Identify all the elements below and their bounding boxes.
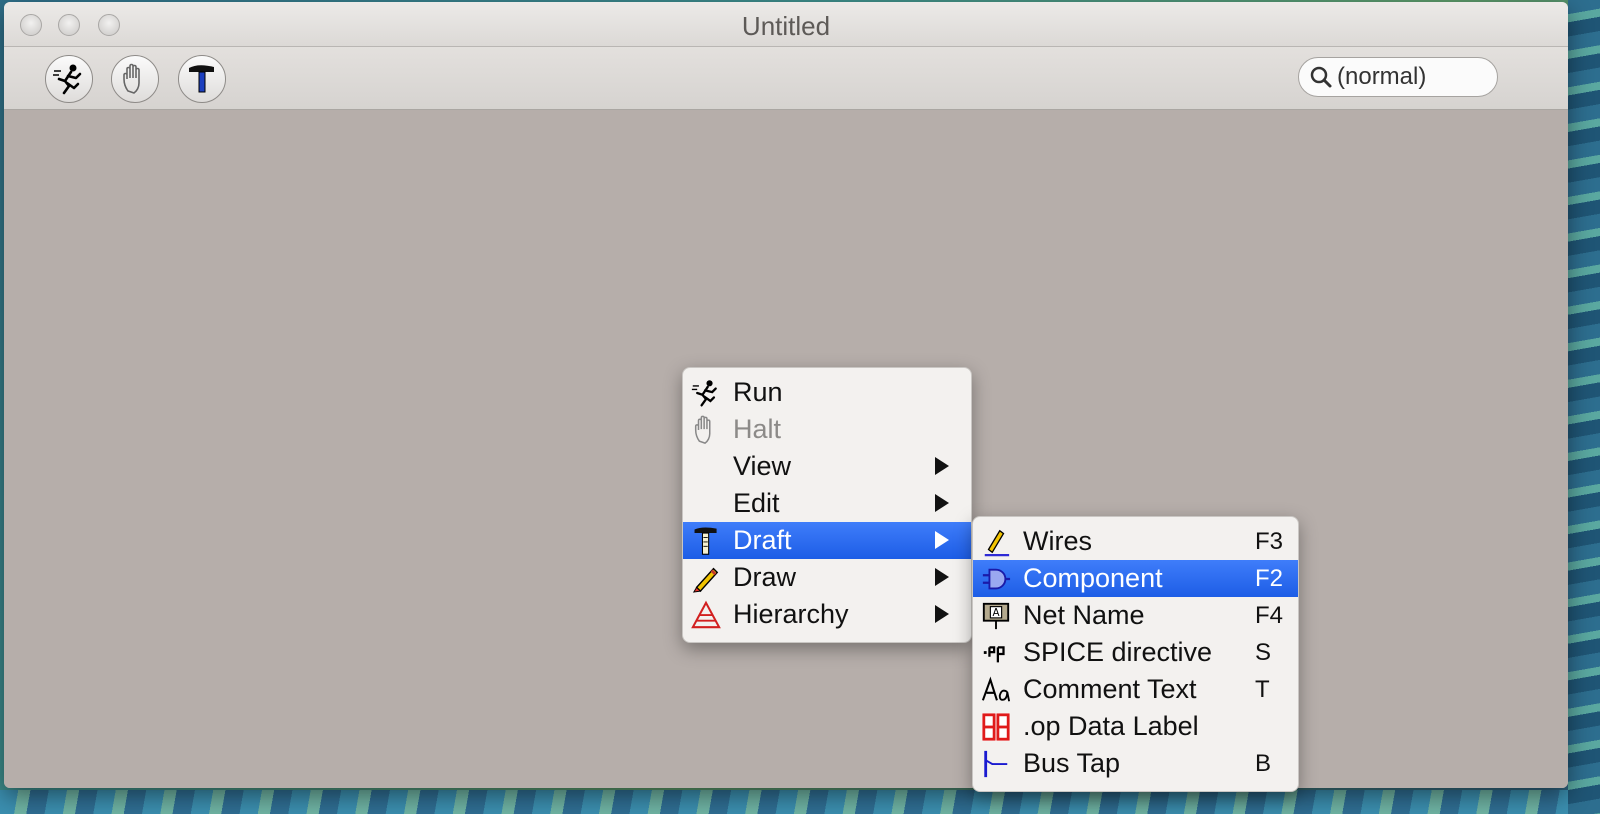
menu-item-label: Halt xyxy=(733,414,782,444)
submenu-item-wires[interactable]: Wires F3 xyxy=(973,523,1298,560)
menu-item-label: Draft xyxy=(733,525,792,555)
submenu-item-label: .op Data Label xyxy=(1023,711,1199,741)
menu-item-edit[interactable]: Edit xyxy=(683,485,971,522)
menu-item-hierarchy[interactable]: Hierarchy xyxy=(683,596,971,633)
menu-item-label: View xyxy=(733,451,792,481)
submenu-arrow-icon xyxy=(935,494,949,512)
submenu-item-comment-text[interactable]: Comment Text T xyxy=(973,671,1298,708)
pencil-icon xyxy=(692,567,719,593)
shortcut-label: S xyxy=(1255,639,1272,666)
shortcut-label: F3 xyxy=(1255,528,1284,555)
submenu-item-net-name[interactable]: A Net Name F4 xyxy=(973,597,1298,634)
toolbar: (normal) xyxy=(4,47,1568,110)
menu-item-draw[interactable]: Draw xyxy=(683,559,971,596)
comment-text-icon xyxy=(981,676,1011,702)
hand-icon xyxy=(694,415,711,444)
submenu-item-label: Comment Text xyxy=(1023,674,1197,704)
submenu-item-label: Component xyxy=(1023,563,1163,593)
hammer-icon xyxy=(189,65,214,93)
title-bar: Untitled xyxy=(4,2,1568,47)
submenu-item-label: Net Name xyxy=(1023,600,1145,630)
submenu-item-component[interactable]: Component F2 xyxy=(973,560,1298,597)
halt-button[interactable] xyxy=(111,55,159,103)
desktop-background-edge xyxy=(1568,0,1600,814)
submenu-item-label: Wires xyxy=(1023,526,1092,556)
submenu-item-bus-tap[interactable]: Bus Tap B xyxy=(973,745,1298,782)
draft-submenu: Wires F3 Component F2 A Net Name F4 SPIC… xyxy=(972,516,1299,792)
menu-item-label: Hierarchy xyxy=(733,599,849,629)
submenu-item-spice-directive[interactable]: SPICE directive S xyxy=(973,634,1298,671)
run-icon xyxy=(53,64,82,95)
menu-item-view[interactable]: View xyxy=(683,448,971,485)
menu-item-run[interactable]: Run xyxy=(683,374,971,411)
shortcut-label: F4 xyxy=(1255,602,1284,629)
menu-item-draft[interactable]: Draft xyxy=(683,522,971,559)
shortcut-label: B xyxy=(1255,750,1272,777)
submenu-arrow-icon xyxy=(935,457,949,475)
menu-item-label: Edit xyxy=(733,488,780,518)
window-title: Untitled xyxy=(741,11,831,41)
menu-item-label: Run xyxy=(733,377,783,407)
run-icon xyxy=(691,380,717,407)
bus-tap-icon xyxy=(984,750,1008,778)
search-value: (normal) xyxy=(1337,63,1427,90)
hammer-button[interactable] xyxy=(178,55,226,103)
wire-pen-icon xyxy=(984,529,1010,557)
submenu-arrow-icon xyxy=(935,568,949,586)
submenu-arrow-icon xyxy=(935,605,949,623)
shortcut-label: F2 xyxy=(1255,565,1284,592)
component-icon xyxy=(982,568,1011,590)
desktop-background xyxy=(0,790,1600,814)
hand-icon xyxy=(123,63,140,94)
submenu-arrow-icon xyxy=(935,531,949,549)
op-data-label-icon xyxy=(981,712,1011,742)
shortcut-label: T xyxy=(1255,676,1270,703)
submenu-item-op-data-label[interactable]: .op Data Label xyxy=(973,708,1298,745)
search-icon xyxy=(1310,66,1332,88)
context-menu: Run Halt View Edit Draft Draw Hierarchy xyxy=(682,367,972,643)
menu-item-halt: Halt xyxy=(683,411,971,448)
submenu-item-label: SPICE directive xyxy=(1023,637,1213,667)
menu-item-label: Draw xyxy=(733,562,797,592)
net-name-icon: A xyxy=(982,602,1010,630)
submenu-item-label: Bus Tap xyxy=(1023,748,1121,778)
svg-text:A: A xyxy=(992,607,999,619)
hammer-icon xyxy=(694,527,717,555)
spice-directive-icon xyxy=(983,646,1005,663)
run-button[interactable] xyxy=(45,55,93,103)
zoom-search-field[interactable]: (normal) xyxy=(1298,57,1498,97)
hierarchy-icon xyxy=(691,600,721,629)
